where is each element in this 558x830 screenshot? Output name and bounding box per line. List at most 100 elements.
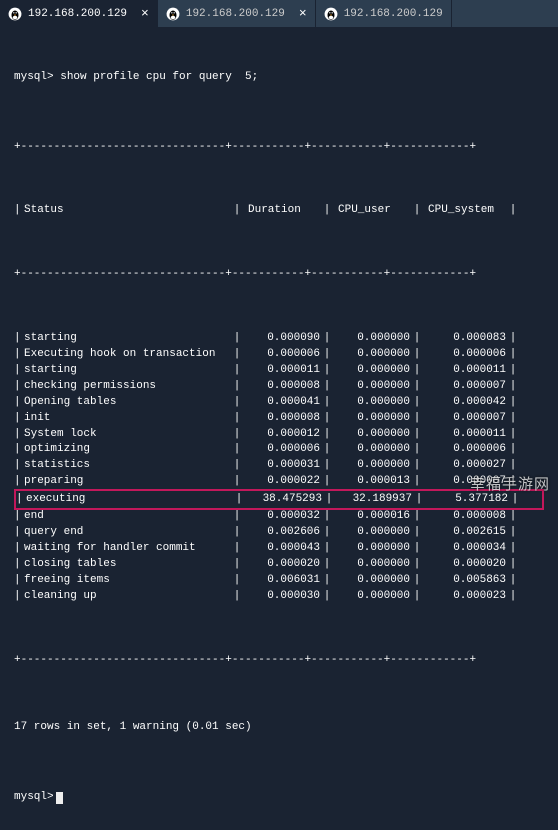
cell-cpu_system: 0.002615 — [424, 525, 506, 541]
col-cpu-user: CPU_user — [334, 203, 410, 219]
cell-cpu_system: 0.000011 — [424, 363, 506, 379]
pipe-divider: | — [320, 395, 334, 411]
pipe-divider: | — [410, 331, 424, 347]
pipe-divider: | — [320, 557, 334, 573]
pipe-divider: | — [232, 492, 246, 508]
pipe-divider: | — [320, 458, 334, 474]
pipe-divider: | — [506, 379, 520, 395]
tux-icon — [324, 7, 338, 21]
pipe-divider: | — [320, 474, 334, 490]
result-summary: 17 rows in set, 1 warning (0.01 sec) — [14, 720, 544, 736]
table-border-mid: +-------------------------------+-------… — [14, 267, 544, 283]
pipe-divider: | — [14, 395, 24, 411]
cell-cpu_system: 0.000083 — [424, 331, 506, 347]
pipe-divider: | — [14, 509, 24, 525]
pipe-divider: | — [14, 379, 24, 395]
cell-duration: 0.000006 — [244, 442, 320, 458]
pipe-divider: | — [14, 474, 24, 490]
pipe-divider: | — [410, 589, 424, 605]
cell-status: cleaning up — [24, 589, 230, 605]
cell-status: query end — [24, 525, 230, 541]
close-icon[interactable]: × — [141, 7, 149, 20]
pipe-divider: | — [410, 525, 424, 541]
table-row: |statistics|0.000031|0.000000|0.000027| — [14, 458, 544, 474]
cell-cpu_system: 0.005863 — [424, 573, 506, 589]
table-row: |end|0.000032|0.000016|0.000008| — [14, 509, 544, 525]
table-header-row: |Status|Duration|CPU_user|CPU_system| — [14, 203, 544, 219]
pipe-divider: | — [320, 427, 334, 443]
cell-cpu_system: 0.000042 — [424, 395, 506, 411]
table-row: |optimizing|0.000006|0.000000|0.000006| — [14, 442, 544, 458]
cell-cpu_user: 0.000000 — [334, 427, 410, 443]
cell-cpu_system: 0.000006 — [424, 442, 506, 458]
pipe-divider: | — [410, 395, 424, 411]
cell-cpu_system: 0.000034 — [424, 541, 506, 557]
cell-status: preparing — [24, 474, 230, 490]
pipe-divider: | — [14, 427, 24, 443]
pipe-divider: | — [320, 589, 334, 605]
pipe-divider: | — [230, 589, 244, 605]
pipe-divider: | — [230, 379, 244, 395]
cell-duration: 0.000008 — [244, 411, 320, 427]
pipe-divider: | — [320, 573, 334, 589]
pipe-divider: | — [230, 442, 244, 458]
pipe-divider: | — [506, 427, 520, 443]
tab-bar: 192.168.200.129×192.168.200.129×192.168.… — [0, 0, 558, 28]
pipe-divider: | — [230, 331, 244, 347]
cell-duration: 0.000031 — [244, 458, 320, 474]
cell-status: init — [24, 411, 230, 427]
tab[interactable]: 192.168.200.129× — [0, 0, 158, 27]
cell-duration: 0.000012 — [244, 427, 320, 443]
close-icon[interactable]: × — [299, 7, 307, 20]
table-row: |checking permissions|0.000008|0.000000|… — [14, 379, 544, 395]
table-row: |freeing items|0.006031|0.000000|0.00586… — [14, 573, 544, 589]
pipe-divider: | — [14, 525, 24, 541]
pipe-divider: | — [410, 442, 424, 458]
pipe-divider: | — [320, 509, 334, 525]
command-text: show profile cpu for query 5; — [60, 70, 258, 86]
cell-cpu_user: 0.000000 — [334, 442, 410, 458]
pipe-divider: | — [230, 573, 244, 589]
cell-cpu_user: 0.000000 — [334, 331, 410, 347]
table-row: |System lock|0.000012|0.000000|0.000011| — [14, 427, 544, 443]
pipe-divider: | — [410, 347, 424, 363]
pipe-divider: | — [506, 347, 520, 363]
pipe-divider: | — [410, 458, 424, 474]
prompt-line[interactable]: mysql> — [14, 790, 544, 806]
pipe-divider: | — [230, 347, 244, 363]
pipe-divider: | — [410, 379, 424, 395]
cell-cpu_user: 0.000000 — [334, 458, 410, 474]
pipe-divider: | — [320, 442, 334, 458]
cell-status: closing tables — [24, 557, 230, 573]
col-duration: Duration — [244, 203, 320, 219]
table-row: |waiting for handler commit|0.000043|0.0… — [14, 541, 544, 557]
cell-status: optimizing — [24, 442, 230, 458]
tab[interactable]: 192.168.200.129 × — [158, 0, 316, 27]
table-row: |starting|0.000011|0.000000|0.000011| — [14, 363, 544, 379]
pipe-divider: | — [506, 411, 520, 427]
cell-status: starting — [24, 331, 230, 347]
cell-duration: 0.000032 — [244, 509, 320, 525]
table-border-bottom: +-------------------------------+-------… — [14, 653, 544, 669]
table-row: |Executing hook on transaction|0.000006|… — [14, 347, 544, 363]
tab[interactable]: 192.168.200.129 — [316, 0, 452, 27]
pipe-divider: | — [230, 395, 244, 411]
cell-cpu_user: 0.000000 — [334, 573, 410, 589]
pipe-divider: | — [320, 379, 334, 395]
pipe-divider: | — [506, 331, 520, 347]
pipe-divider: | — [506, 363, 520, 379]
col-cpu-system: CPU_system — [424, 203, 506, 219]
cell-cpu_user: 0.000000 — [334, 379, 410, 395]
cell-cpu_user: 0.000016 — [334, 509, 410, 525]
col-status: Status — [24, 203, 230, 219]
cell-cpu_system: 0.000006 — [424, 347, 506, 363]
tab-label: 192.168.200.129 — [186, 8, 285, 20]
pipe-divider: | — [410, 427, 424, 443]
pipe-divider: | — [16, 492, 26, 508]
cell-cpu_user: 0.000000 — [334, 347, 410, 363]
cell-status: statistics — [24, 458, 230, 474]
pipe-divider: | — [230, 525, 244, 541]
cell-cpu_user: 0.000000 — [334, 363, 410, 379]
tux-icon — [166, 7, 180, 21]
table-row: |init|0.000008|0.000000|0.000007| — [14, 411, 544, 427]
